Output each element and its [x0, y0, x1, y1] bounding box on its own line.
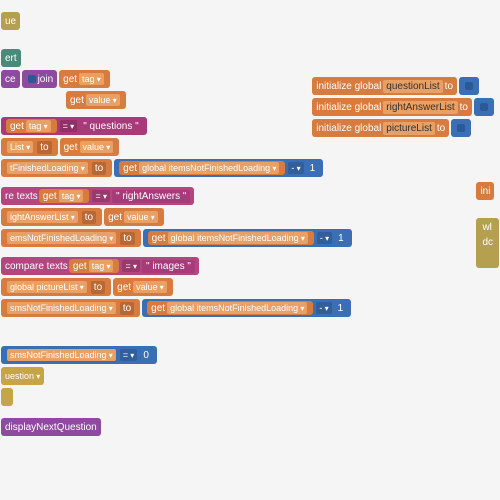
block-fragment-ce[interactable]: ce — [1, 70, 20, 88]
questions-literal: " questions " — [79, 120, 142, 133]
empty-list-block[interactable] — [459, 77, 479, 95]
compare-texts-block-2[interactable]: compare texts gettag = " images " — [1, 257, 199, 275]
get-tag-block[interactable]: gettag — [59, 70, 110, 88]
math-minus-block2[interactable]: getglobal itemsNotFinishedLoading - 1 — [143, 229, 352, 247]
math-minus-block3[interactable]: getglobal itemsNotFinishedLoading - 1 — [142, 299, 351, 317]
block-fragment-ue[interactable]: ue — [1, 12, 20, 30]
question-fragment[interactable]: uestion — [1, 367, 44, 385]
display-next-question-block[interactable]: displayNextQuestion — [1, 418, 101, 436]
set-rightanswer-block[interactable]: ightAnswerListto — [1, 208, 102, 226]
set-loading-block3[interactable]: smsNotFinishedLoadingto — [1, 299, 140, 317]
fragment-ini[interactable]: ini — [476, 182, 494, 200]
value-slot: value — [86, 94, 120, 106]
block-fragment-ert[interactable]: ert — [1, 49, 21, 67]
empty-list-block3[interactable] — [451, 119, 471, 137]
set-loading-block[interactable]: tFinishedLoadingto — [1, 159, 112, 177]
right-init-stack: initialize global questionList to initia… — [311, 75, 495, 139]
olive-container-block[interactable]: wl dc — [476, 218, 499, 268]
rightanswers-literal: " rightAnswers " — [112, 190, 190, 203]
set-loading-block2[interactable]: emsNotFinishedLoadingto — [1, 229, 141, 247]
images-literal: " images " — [142, 260, 195, 273]
set-list-block[interactable]: Listto — [1, 138, 58, 156]
fragment-wl: wl — [482, 222, 491, 233]
tag-slot: tag — [79, 73, 104, 85]
compare-texts-block-1[interactable]: re texts gettag = " rightAnswers " — [1, 187, 194, 205]
fragment-dc: dc — [482, 237, 493, 248]
equals-op: = — [60, 120, 78, 132]
compare-zero-block[interactable]: smsNotFinishedLoading = 0 — [1, 346, 157, 364]
empty-list-block2[interactable] — [474, 98, 494, 116]
compare-block-1[interactable]: gettag = " questions " — [1, 117, 147, 135]
get-value-block3[interactable]: getvalue — [104, 208, 164, 226]
get-value-block[interactable]: getvalue — [66, 91, 126, 109]
get-value-block2[interactable]: getvalue — [60, 138, 120, 156]
get-value-block4[interactable]: getvalue — [113, 278, 173, 296]
set-picturelist-block[interactable]: global pictureListto — [1, 278, 111, 296]
init-questionlist-block[interactable]: initialize global questionList to — [312, 77, 457, 95]
join-block[interactable]: join — [22, 70, 58, 88]
right-fragment-stack: ini wl dc — [475, 180, 500, 269]
init-picturelist-block[interactable]: initialize global pictureList to — [312, 119, 449, 137]
init-rightanswerlist-block[interactable]: initialize global rightAnswerList to — [312, 98, 472, 116]
math-minus-block[interactable]: getglobal itemsNotFinishedLoading - 1 — [114, 159, 323, 177]
block-stub[interactable] — [1, 388, 13, 406]
